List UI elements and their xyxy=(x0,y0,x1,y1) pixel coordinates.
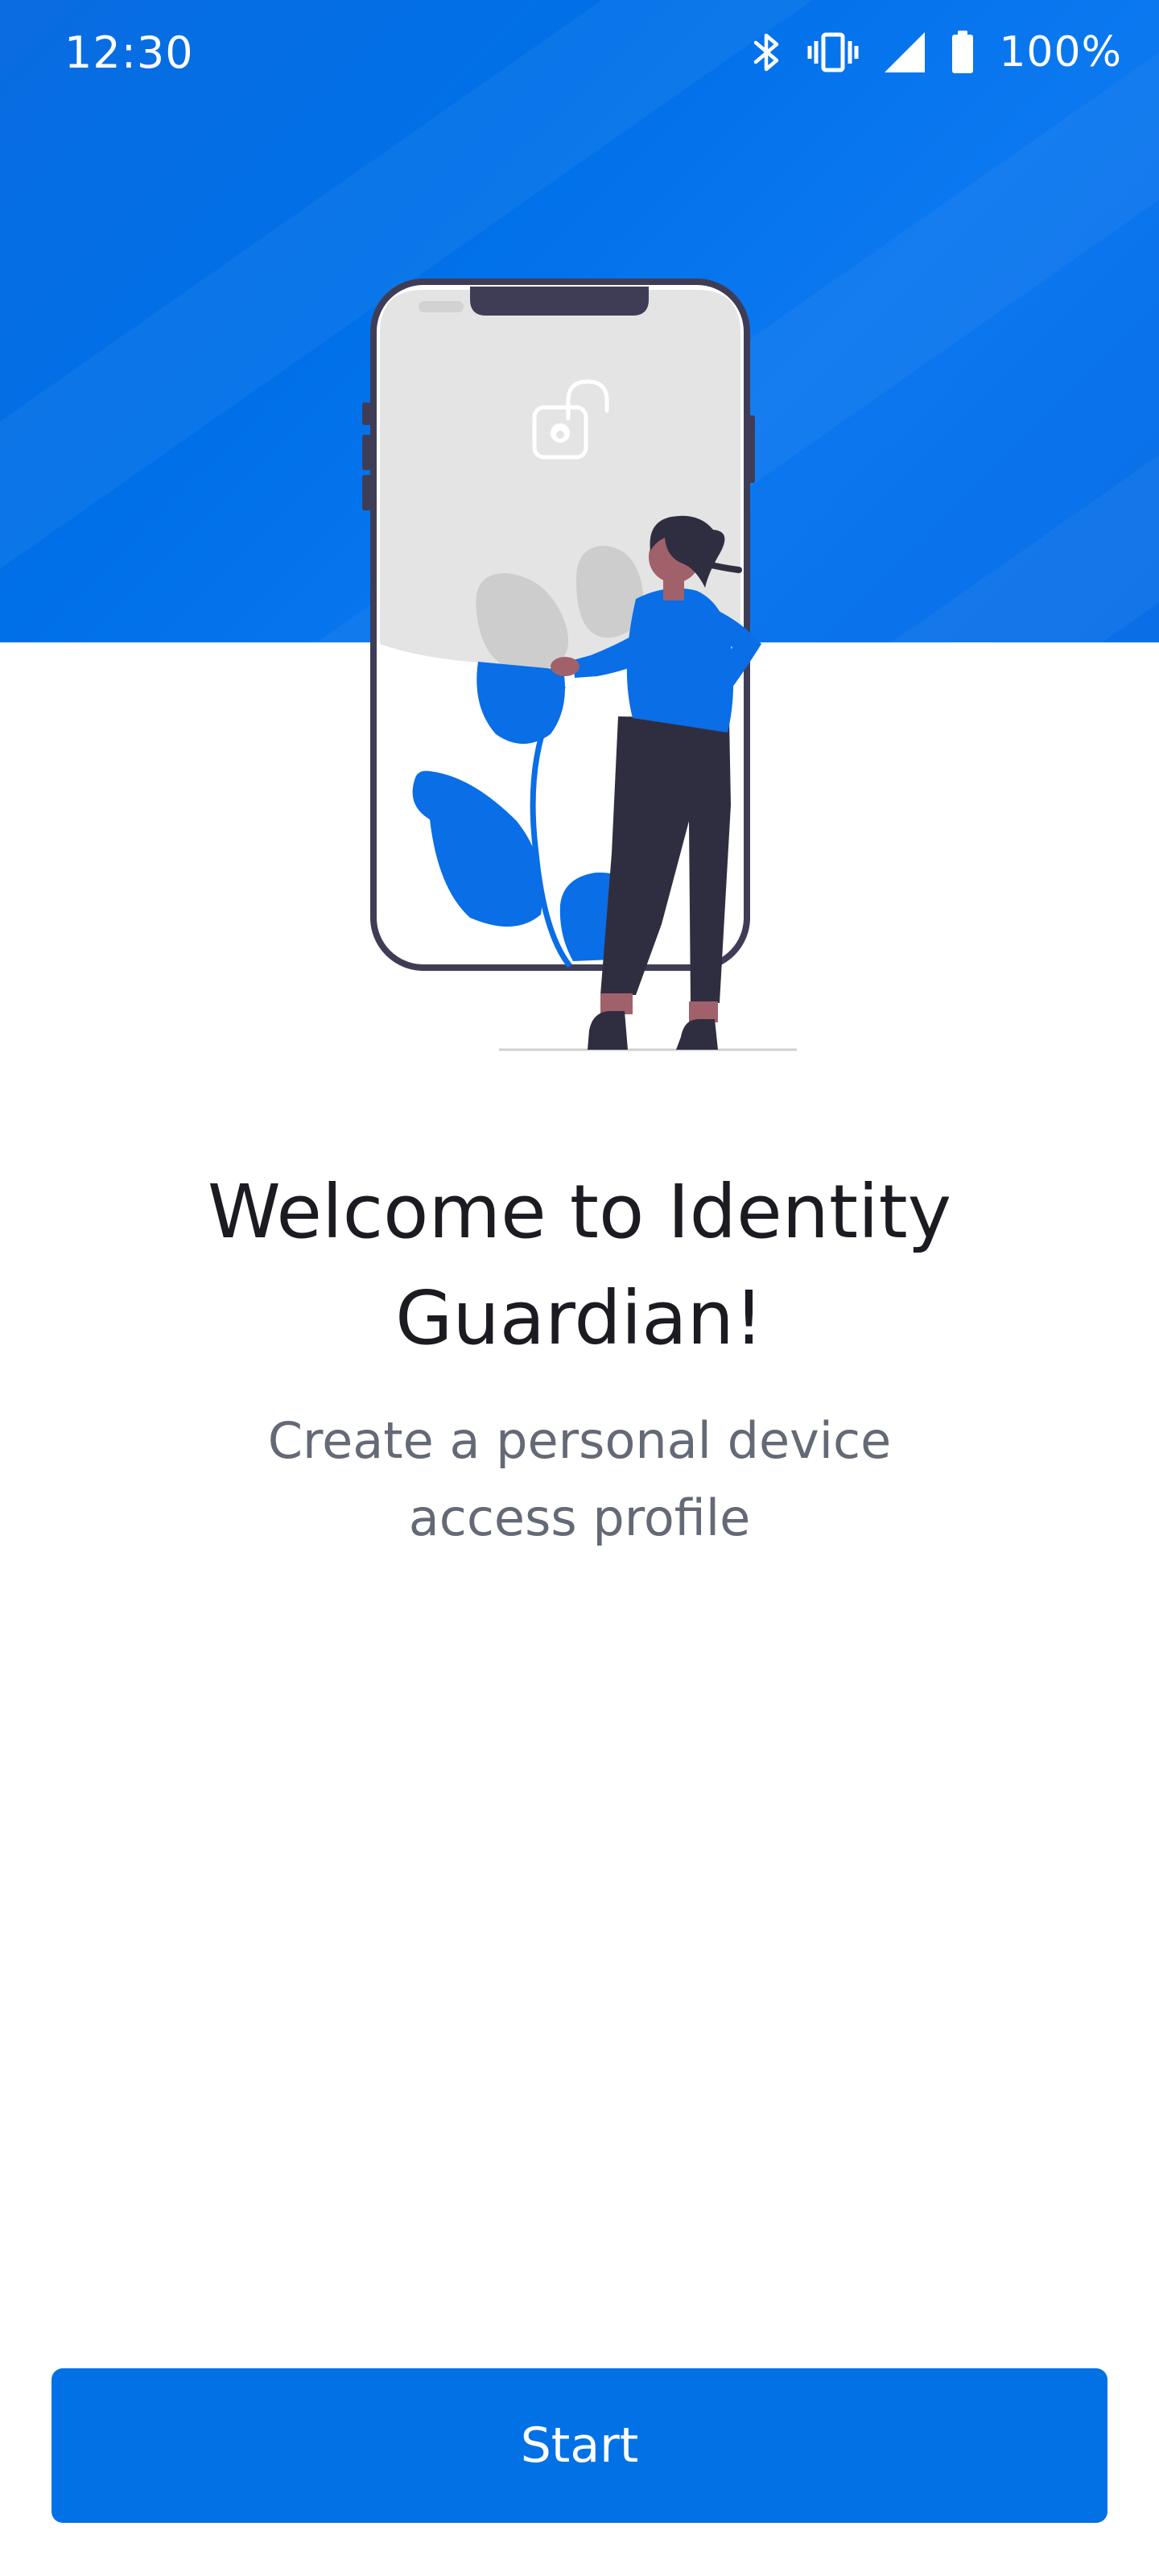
start-button[interactable]: Start xyxy=(52,2368,1107,2523)
welcome-title: Welcome to Identity Guardian! xyxy=(207,1169,952,1361)
welcome-screen: 12:30 100% Welcome to Identity Guardian!… xyxy=(0,0,1159,2576)
welcome-illustration xyxy=(362,279,797,1051)
welcome-subtitle: Create a personal device access profile xyxy=(267,1411,892,1547)
